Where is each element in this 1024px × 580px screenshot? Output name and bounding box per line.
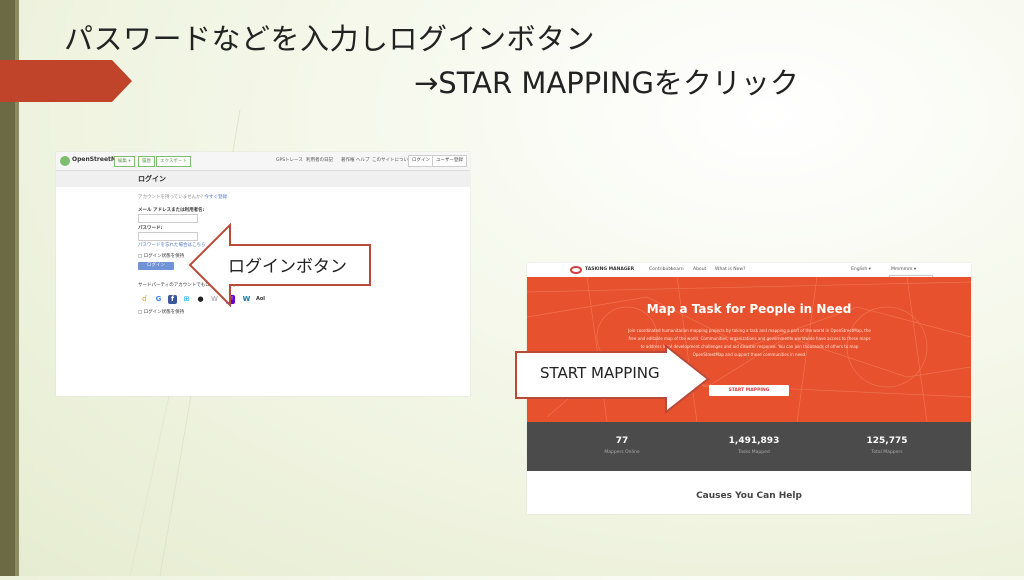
osm-password-label: パスワード: bbox=[138, 226, 163, 231]
tm-stats-bar: 77 Mappers Online 1,491,893 Tasks Mapped… bbox=[527, 422, 971, 471]
osm-login-link[interactable]: ログイン bbox=[408, 155, 434, 167]
osm-email-label: メール アドレスまたは利用者名: bbox=[138, 208, 205, 213]
start-mapping-callout-label: START MAPPING bbox=[540, 364, 660, 382]
osm-logo-icon bbox=[60, 156, 70, 166]
osm-header: OpenStreetMap 編集 ▾ 履歴 エクスポート GPSトレース 利用者… bbox=[56, 152, 470, 171]
slide-title-line2: →STAR MAPPINGをクリック bbox=[414, 66, 799, 100]
osm-nav-about[interactable]: このサイトについて bbox=[372, 157, 412, 163]
osm-signup-now-link[interactable]: 今すぐ登録 bbox=[204, 195, 227, 200]
osm-login-button[interactable]: ログイン bbox=[138, 262, 174, 270]
start-mapping-button[interactable]: START MAPPING bbox=[709, 385, 789, 396]
tm-user-menu[interactable]: Mmmmm ▾ bbox=[891, 267, 916, 272]
stat-total-mappers-value: 125,775 bbox=[866, 436, 908, 446]
osm-export-button[interactable]: エクスポート bbox=[156, 156, 191, 167]
osm-page-title: ログイン bbox=[138, 175, 166, 183]
tm-logo-icon bbox=[570, 266, 582, 274]
openid-icon[interactable]: ɗ bbox=[140, 295, 149, 304]
osm-title-bar bbox=[56, 171, 470, 187]
tm-causes-title: Causes You Can Help bbox=[696, 491, 802, 501]
red-arrow-shape bbox=[0, 60, 132, 102]
osm-nav-gps[interactable]: GPSトレース bbox=[276, 157, 303, 163]
tm-nav-whats-new[interactable]: What is New? bbox=[715, 267, 745, 272]
osm-nav-copyright[interactable]: 著作権 bbox=[341, 157, 355, 163]
facebook-icon[interactable]: f bbox=[168, 295, 177, 304]
osm-remember-checkbox-2[interactable]: □ ログイン状態を保持 bbox=[138, 309, 184, 315]
osm-no-account-text: アカウントを持っていませんか? 今すぐ登録 bbox=[138, 194, 227, 200]
google-icon[interactable]: G bbox=[154, 295, 163, 304]
osm-nav-diary[interactable]: 利用者の日記 bbox=[306, 157, 333, 163]
stat-tasks-mapped-value: 1,491,893 bbox=[728, 436, 780, 446]
osm-no-account-label: アカウントを持っていませんか? bbox=[138, 195, 204, 200]
stat-tasks-mapped-label: Tasks Mapped bbox=[738, 450, 770, 455]
tm-brand: TASKING MANAGER bbox=[585, 267, 635, 272]
tm-nav-contribute[interactable]: Contribute bbox=[649, 267, 673, 272]
tm-nav-learn[interactable]: Learn bbox=[671, 267, 684, 272]
tm-language-select[interactable]: English ▾ bbox=[851, 267, 871, 272]
tm-hero-title: Map a Task for People in Need bbox=[646, 302, 852, 316]
login-callout-label: ログインボタン bbox=[228, 257, 347, 277]
slide-title-line1: パスワードなどを入力しログインボタン bbox=[64, 22, 596, 56]
stat-mappers-online-label: Mappers Online bbox=[604, 450, 640, 455]
osm-nav-help[interactable]: ヘルプ bbox=[356, 157, 370, 163]
osm-signup-link[interactable]: ユーザー登録 bbox=[432, 155, 467, 167]
stat-mappers-online-value: 77 bbox=[615, 436, 629, 446]
tm-nav-about[interactable]: About bbox=[693, 267, 706, 272]
osm-edit-button[interactable]: 編集 ▾ bbox=[114, 156, 135, 167]
osm-remember-checkbox[interactable]: □ ログイン状態を保持 bbox=[138, 253, 184, 259]
stat-total-mappers-label: Total Mappers bbox=[871, 450, 903, 455]
osm-history-button[interactable]: 履歴 bbox=[138, 156, 155, 167]
